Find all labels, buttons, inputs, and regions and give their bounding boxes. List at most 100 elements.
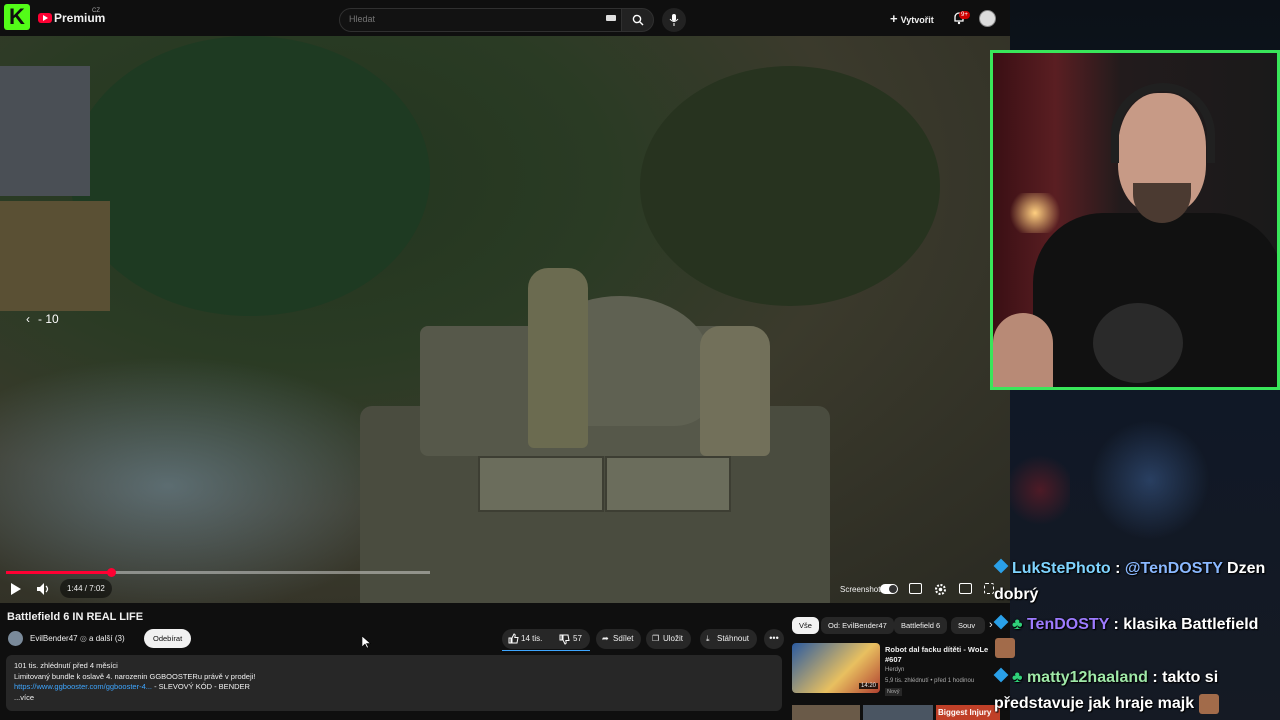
- chip-all[interactable]: Vše: [792, 617, 819, 634]
- verified-icon: ◎: [79, 634, 87, 643]
- chip-battlefield[interactable]: Battlefield 6: [894, 617, 948, 634]
- soldier: [700, 326, 770, 456]
- progress-scrubber[interactable]: [106, 568, 116, 577]
- mouse-cursor-icon: [362, 636, 371, 649]
- trees-left: [70, 36, 430, 316]
- video-title: Battlefield 6 IN REAL LIFE: [7, 611, 144, 623]
- volume-icon[interactable]: [36, 582, 50, 596]
- streamer-webcam: [990, 50, 1280, 390]
- background-light: [1090, 420, 1210, 540]
- search-input[interactable]: [347, 13, 591, 25]
- share-button[interactable]: ➦ Sdílet: [596, 629, 642, 649]
- plus-icon: +: [890, 11, 898, 26]
- subscribe-button[interactable]: Odebírat: [144, 629, 192, 648]
- recommendation-thumbnail[interactable]: [792, 705, 860, 720]
- screenshot-label: Screenshot: [840, 585, 881, 594]
- like-count[interactable]: 14 tis.: [521, 634, 542, 643]
- chat-username[interactable]: LukStePhoto: [1012, 560, 1111, 577]
- channel-info[interactable]: EvilBender47 ◎ a další (3): [30, 634, 125, 643]
- description-link[interactable]: https://www.ggbooster.com/ggbooster-4...: [14, 682, 152, 691]
- create-button[interactable]: + Vytvořit: [890, 9, 934, 29]
- sub-badge-icon: ♣: [1012, 616, 1023, 633]
- mic-icon: [669, 14, 679, 26]
- recommendation-channel[interactable]: Herdyn: [885, 667, 904, 673]
- diamond-badge-icon: [993, 667, 1009, 683]
- dislike-count[interactable]: 57: [573, 634, 582, 643]
- diamond-badge-icon: [993, 614, 1009, 630]
- chat-username[interactable]: matty12haaland: [1027, 669, 1148, 686]
- streamer-arm: [993, 313, 1053, 387]
- kick-logo: K: [4, 4, 30, 30]
- building: [0, 66, 90, 196]
- like-icon[interactable]: [508, 633, 519, 644]
- region-code: CZ: [92, 8, 100, 14]
- progress-fill: [6, 571, 111, 574]
- soldier: [528, 268, 588, 448]
- save-label: Uložit: [663, 634, 684, 643]
- fullscreen-icon[interactable]: [984, 583, 994, 594]
- keyboard-icon[interactable]: [606, 15, 616, 21]
- chat-emote: [995, 638, 1015, 658]
- smoke: [0, 356, 420, 603]
- create-label: Vytvořit: [900, 15, 934, 25]
- play-icon[interactable]: [10, 582, 22, 596]
- video-duration: 14:20: [859, 683, 879, 689]
- subtitles-icon[interactable]: [909, 583, 922, 594]
- voice-search-button[interactable]: [662, 8, 686, 32]
- miniplayer-icon[interactable]: [959, 583, 972, 594]
- chat-message: ♣ TenDOSTY : klasika Battlefield: [993, 612, 1274, 638]
- channel-avatar[interactable]: [8, 631, 23, 646]
- chat-username[interactable]: TenDOSTY: [1027, 616, 1109, 633]
- dislike-icon[interactable]: [559, 634, 570, 645]
- autoplay-toggle[interactable]: [880, 584, 898, 594]
- download-icon: ⤓: [706, 634, 710, 643]
- chat-message: ♣ matty12haaland : takto si představuje …: [993, 667, 1219, 714]
- thumbnail-caption: Biggest Injury: [938, 708, 992, 717]
- skip-back-label: - 10: [38, 312, 59, 326]
- chat-mention: @TenDOSTY: [1124, 560, 1223, 577]
- new-badge: Nový: [885, 688, 902, 696]
- description-box[interactable]: 101 tis. zhlédnutí před 4 měsíci Limitov…: [6, 655, 782, 711]
- toggle-knob: [889, 585, 897, 593]
- chevron-right-icon[interactable]: ›: [989, 619, 993, 631]
- save-icon: ❐: [652, 634, 660, 643]
- download-button[interactable]: ⤓ Stáhnout: [700, 629, 758, 649]
- chip-from-channel[interactable]: Od: EvilBender47: [821, 617, 894, 634]
- more-actions-button[interactable]: •••: [764, 629, 784, 649]
- crates: [0, 201, 110, 311]
- sub-badge-icon: ♣: [1012, 669, 1023, 686]
- description-link-line: https://www.ggbooster.com/ggbooster-4...…: [14, 682, 774, 693]
- collab-label[interactable]: a další (3): [89, 634, 125, 643]
- settings-icon[interactable]: [934, 583, 947, 596]
- download-label: Stáhnout: [717, 634, 750, 643]
- like-ratio-bar: [502, 650, 590, 651]
- diamond-badge-icon: [993, 558, 1009, 574]
- chat-message: LukStePhoto : @TenDOSTY Dzen dobrý: [993, 558, 1266, 603]
- time-display: 1:44 / 7:02: [60, 579, 112, 598]
- youtube-logo-icon[interactable]: [38, 13, 52, 23]
- background-light: [1010, 450, 1070, 530]
- search-box[interactable]: [339, 8, 622, 32]
- save-button[interactable]: ❐ Uložit: [646, 629, 692, 649]
- recommendation-thumbnail[interactable]: [863, 705, 933, 720]
- recommendation-title[interactable]: Robot dal facku dítěti - WoLe #607: [885, 645, 993, 665]
- chip-related[interactable]: Souv: [951, 617, 985, 634]
- lamp: [1005, 193, 1065, 233]
- video-player[interactable]: [0, 36, 1010, 603]
- share-icon: ➦: [602, 634, 609, 643]
- show-more-link[interactable]: ...více: [14, 693, 774, 704]
- description-line: Limitovaný bundle k oslavě 4. narozenin …: [14, 671, 256, 681]
- notification-badge: 9+: [959, 11, 970, 19]
- chevron-left-icon: ‹: [26, 312, 30, 326]
- account-avatar[interactable]: [979, 10, 996, 27]
- channel-name[interactable]: EvilBender47: [30, 634, 78, 643]
- recommendation-meta: 5,9 tis. zhlédnutí • před 1 hodinou: [885, 678, 975, 684]
- search-button[interactable]: [621, 8, 654, 32]
- skip-back-indicator[interactable]: ‹ - 10: [26, 312, 59, 326]
- chat-emote: [1198, 693, 1219, 714]
- search-icon: [632, 14, 644, 26]
- trees-right: [640, 66, 940, 306]
- tank-storage-box: [478, 456, 604, 512]
- chat-text: klasika Battlefield: [1118, 616, 1259, 633]
- tank-storage-box: [605, 456, 731, 512]
